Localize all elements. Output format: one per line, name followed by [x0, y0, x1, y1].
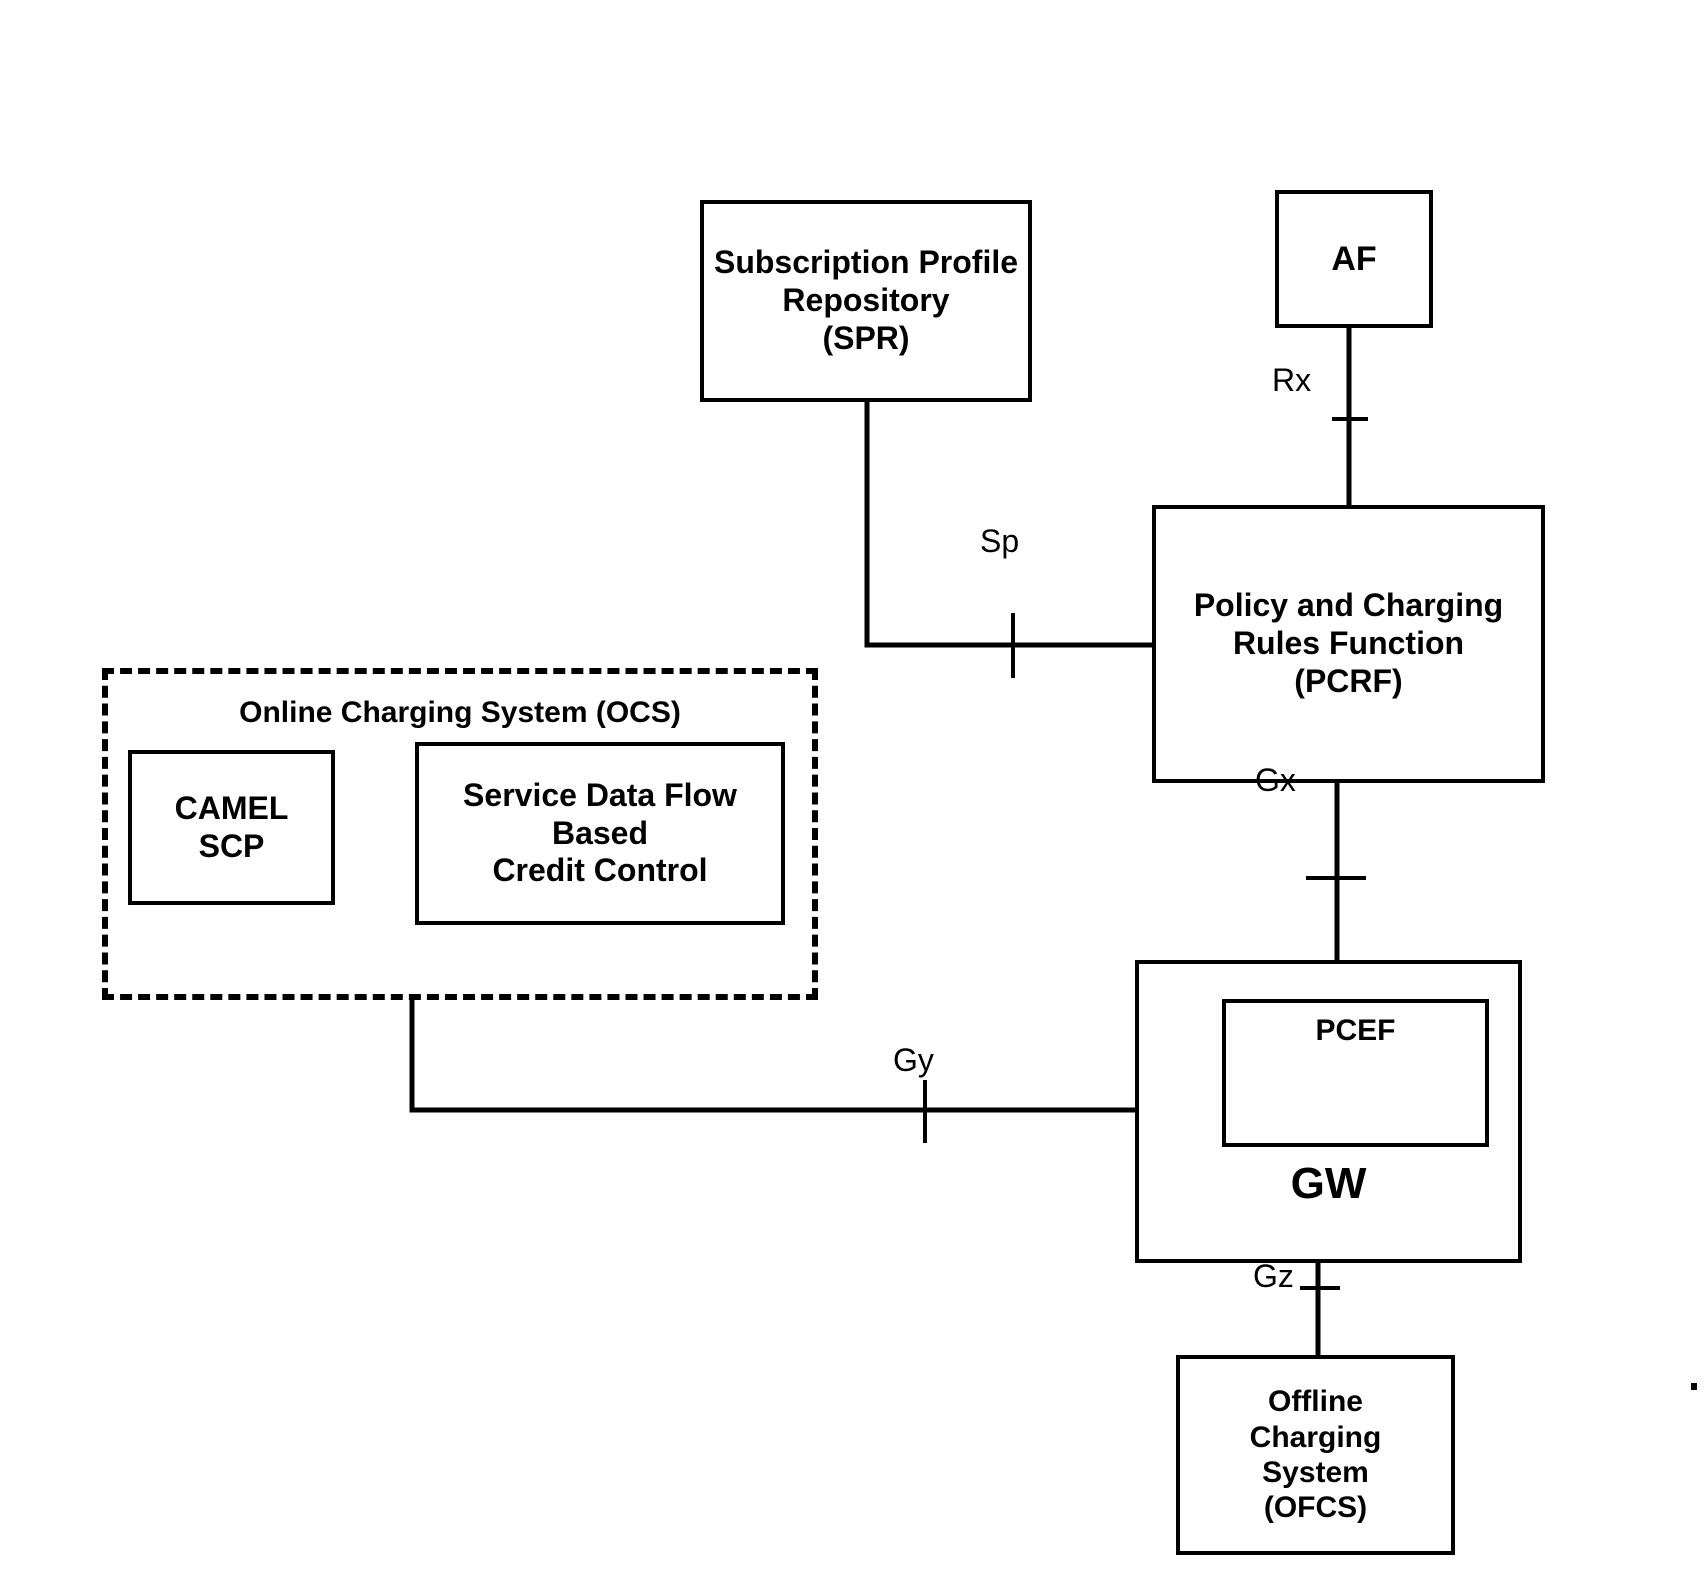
node-application-function[interactable]: AF	[1275, 190, 1433, 328]
interface-label-gx: Gx	[1255, 762, 1296, 798]
node-gateway[interactable]: PCEF GW	[1135, 960, 1522, 1263]
group-label-ocs: Online Charging System (OCS)	[239, 696, 681, 729]
scan-artifact-speck	[1691, 1383, 1697, 1390]
diagram-canvas: Subscription Profile Repository (SPR) AF…	[0, 0, 1704, 1578]
node-label-af: AF	[1331, 239, 1377, 278]
node-label-ofcs: Offline Charging System (OFCS)	[1249, 1385, 1382, 1525]
node-label-gw: GW	[1290, 1159, 1367, 1208]
connector-gy	[409, 1000, 1137, 1113]
node-camel-scp[interactable]: CAMEL SCP	[128, 750, 335, 905]
node-label-spr: Subscription Profile Repository (SPR)	[713, 244, 1019, 356]
node-subscription-profile-repository[interactable]: Subscription Profile Repository (SPR)	[700, 200, 1032, 402]
node-label-service-data-flow: Service Data Flow Based Credit Control	[463, 776, 737, 889]
node-policy-and-charging-rules-function[interactable]: Policy and Charging Rules Function (PCRF…	[1152, 505, 1545, 783]
node-offline-charging-system[interactable]: Offline Charging System (OFCS)	[1176, 1355, 1455, 1555]
interface-label-sp: Sp	[980, 523, 1020, 559]
node-label-camel-scp: CAMEL SCP	[174, 789, 289, 864]
interface-label-rx: Rx	[1272, 362, 1312, 398]
node-pcef[interactable]: PCEF	[1222, 999, 1489, 1147]
interface-label-gy: Gy	[893, 1042, 934, 1078]
node-label-pcrf: Policy and Charging Rules Function (PCRF…	[1193, 587, 1504, 699]
interface-label-gz: Gz	[1253, 1258, 1294, 1294]
node-service-data-flow-based-credit-control[interactable]: Service Data Flow Based Credit Control	[415, 742, 785, 925]
node-label-pcef: PCEF	[1315, 1014, 1396, 1047]
